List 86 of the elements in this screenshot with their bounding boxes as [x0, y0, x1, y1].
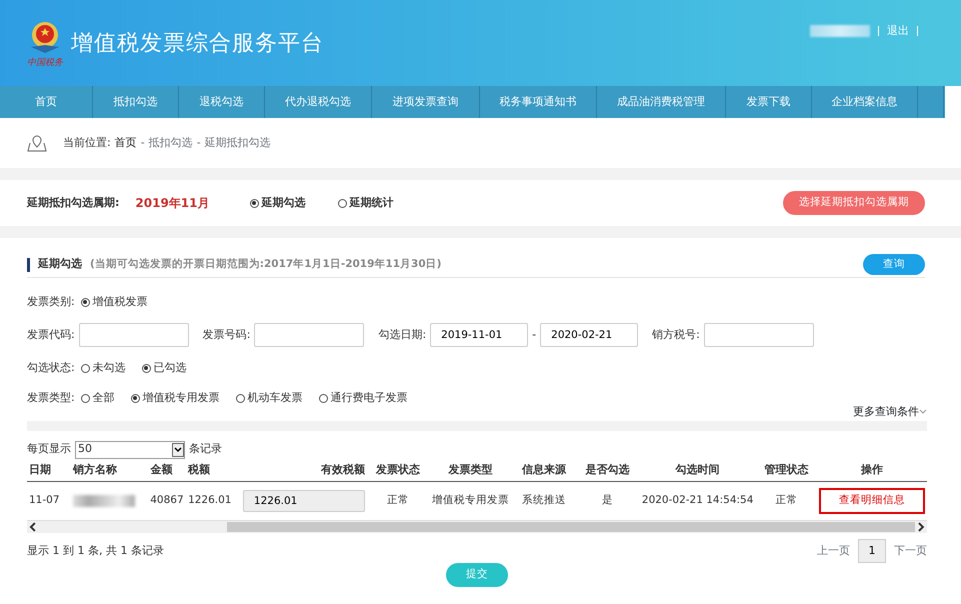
nav-item[interactable]: 发票下载 [726, 86, 812, 118]
next-page-link[interactable]: 下一页 [894, 542, 927, 559]
table-cell: 2020-02-21 14:54:54 [639, 482, 756, 520]
column-header: 操作 [816, 458, 927, 482]
table-cell: 增值税专用发票 [428, 482, 512, 520]
breadcrumb-label: 当前位置: [63, 134, 111, 151]
column-header: 税额 [186, 458, 241, 482]
table-cell: 正常 [366, 482, 429, 520]
section-marker [27, 258, 30, 272]
field-label: 勾选日期: [378, 326, 426, 343]
column-header: 发票状态 [366, 458, 429, 482]
page-button[interactable]: 1 [858, 538, 886, 563]
period-label: 延期抵扣勾选属期: [27, 194, 120, 211]
field-label: 发票代码: [27, 326, 75, 343]
column-header: 勾选时间 [639, 458, 756, 482]
nav-item[interactable]: 首页 [0, 86, 93, 118]
filter-label: 发票类别: [27, 294, 75, 310]
radio-option[interactable]: 增值税发票 [80, 294, 148, 310]
nav-item[interactable]: 企业档案信息 [812, 86, 918, 118]
map-pin-icon [27, 134, 47, 152]
input-field[interactable] [254, 323, 364, 347]
detail-link[interactable]: 查看明细信息 [818, 488, 925, 514]
blurred-username [810, 25, 870, 37]
field-label: 销方税号: [652, 326, 700, 343]
page-size-label: 每页显示 [27, 441, 71, 458]
breadcrumb-separator: - [196, 134, 201, 151]
table-cell: 40867 [148, 482, 186, 520]
field-label: 发票号码: [202, 326, 250, 343]
input-field[interactable] [78, 323, 189, 347]
input-field[interactable] [704, 323, 814, 347]
nav-item[interactable]: 代办退税勾选 [265, 86, 372, 118]
range-dash: - [532, 326, 536, 343]
column-header: 信息来源 [512, 458, 576, 482]
tax-amount-field[interactable]: 1226.01 [242, 490, 365, 512]
platform-title: 增值税发票综合服务平台 [71, 30, 324, 58]
period-value: 2019年11月 [135, 195, 210, 212]
page-size-select[interactable]: 50 [75, 440, 185, 458]
breadcrumb-link[interactable]: 抵扣勾选 [148, 134, 193, 152]
radio-option[interactable]: 机动车发票 [236, 390, 303, 406]
horizontal-scrollbar[interactable] [27, 520, 927, 533]
more-conditions-link[interactable]: 更多查询条件 [853, 404, 919, 420]
divider-line [917, 26, 918, 36]
nav-item[interactable]: 退税勾选 [179, 86, 265, 118]
column-header: 销方名称 [71, 458, 148, 482]
previous-page-link[interactable]: 上一页 [817, 542, 850, 559]
nav-item[interactable]: 成品油消费税管理 [597, 86, 726, 118]
column-header: 有效税额 [240, 458, 367, 482]
period-select-button[interactable]: 选择延期抵扣勾选属期 [783, 191, 925, 215]
column-header: 发票类型 [428, 458, 512, 482]
table-cell: 正常 [756, 482, 817, 520]
input-field[interactable]: 2020-02-21 [540, 323, 638, 347]
nav-item[interactable]: 税务事项通知书 [480, 86, 597, 118]
table-cell: 系统推送 [512, 482, 576, 520]
nav-item[interactable]: 抵扣勾选 [93, 86, 179, 118]
section-title: 延期勾选 [38, 256, 82, 272]
table-cell: 1226.01 [186, 482, 241, 520]
breadcrumb-link[interactable]: 首页 [114, 134, 137, 152]
radio-option[interactable]: 已勾选 [142, 360, 187, 376]
blurred-seller-name [73, 494, 135, 507]
column-header: 是否勾选 [576, 458, 640, 482]
record-summary: 显示 1 到 1 条, 共 1 条记录 [27, 542, 164, 558]
column-header: 金额 [148, 458, 186, 482]
nav-item[interactable]: 进项发票查询 [372, 86, 480, 118]
logo-text: 中国税务 [27, 58, 63, 68]
radio-option[interactable]: 增值税专用发票 [130, 390, 220, 406]
query-button[interactable]: 查询 [863, 254, 925, 276]
chevron-down-icon [919, 409, 927, 416]
table-cell: 11-07 [27, 482, 71, 520]
section-note: (当期可勾选发票的开票日期范围为:2017年1月1日-2019年11月30日) [90, 256, 442, 272]
radio-option[interactable]: 通行费电子发票 [318, 390, 408, 406]
scroll-thumb[interactable] [226, 522, 916, 532]
table-cell: 是 [576, 482, 640, 520]
filter-label: 发票类型: [27, 390, 75, 406]
radio-option[interactable]: 全部 [80, 390, 115, 406]
breadcrumb-separator: - [140, 134, 145, 151]
radio-option[interactable]: 延期统计 [338, 194, 394, 212]
radio-option[interactable]: 延期勾选 [250, 194, 306, 212]
breadcrumb-link[interactable]: 延期抵扣勾选 [204, 134, 271, 152]
column-header: 管理状态 [756, 458, 817, 482]
divider-line [878, 26, 879, 36]
scroll-right-icon[interactable] [915, 520, 927, 533]
column-header: 日期 [27, 458, 71, 482]
filter-label: 勾选状态: [27, 360, 75, 376]
radio-option[interactable]: 未勾选 [80, 360, 126, 376]
input-field[interactable]: 2019-11-01 [430, 323, 528, 347]
page-size-suffix: 条记录 [189, 441, 222, 458]
